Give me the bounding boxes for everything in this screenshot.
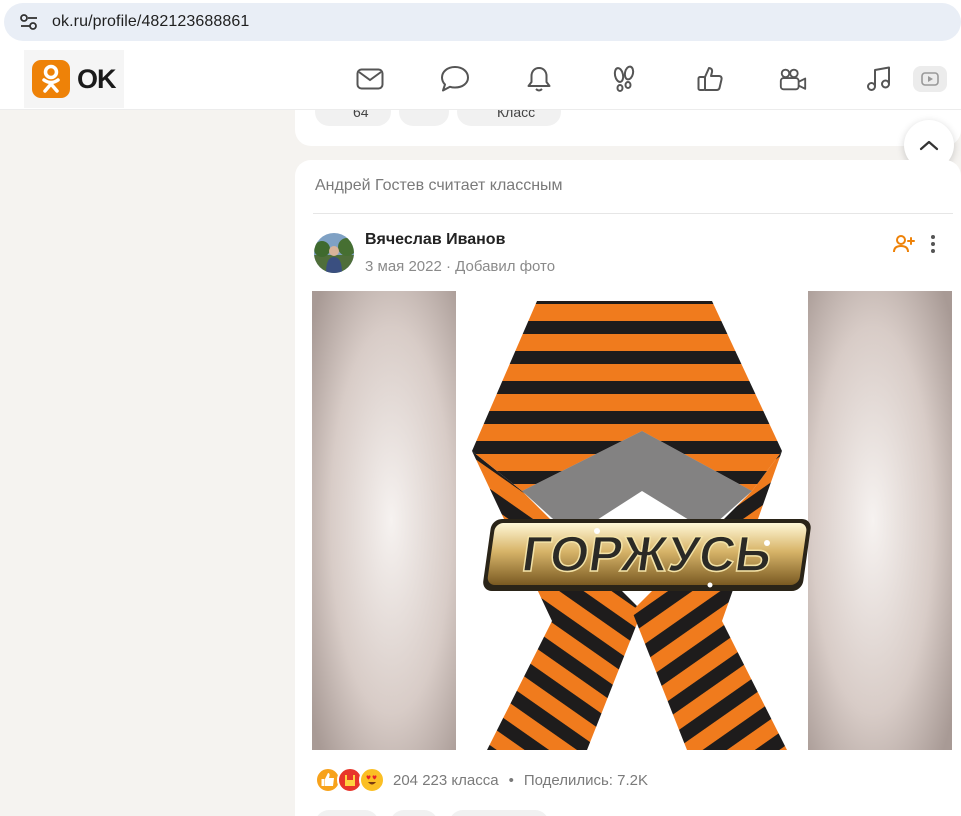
like-button[interactable]: Класс [457,110,561,126]
divider [313,213,953,214]
post-photo[interactable]: ГОРЖУСЬ [312,291,952,750]
stats-separator: • [508,771,514,789]
post-meta: 3 мая 2022 · Добавил фото [365,258,555,275]
comments-button[interactable]: 64 [315,110,391,126]
more-options-icon[interactable] [923,232,943,256]
add-friend-icon[interactable] [892,232,916,256]
site-header: OK [0,48,961,110]
url-text[interactable]: ok.ru/profile/482123688861 [52,13,249,31]
likes-count[interactable]: 204 223 класса [393,772,499,789]
browser-bar: ok.ru/profile/482123688861 [0,0,961,48]
comments-count: 64 [353,110,369,120]
heart-eyes-icon [359,767,385,793]
like-button[interactable] [449,810,549,816]
share-button[interactable] [399,110,449,126]
ok-logo-icon [32,60,70,98]
previous-post-card: 64 Класс [295,110,961,146]
share-button[interactable] [390,810,438,816]
ok-logo[interactable]: OK [24,50,124,108]
video-camera-icon[interactable] [778,64,808,94]
like-label: Класс [497,110,536,120]
avatar[interactable] [314,233,354,273]
mail-icon[interactable] [355,64,385,94]
post-date[interactable]: 3 мая 2022 [365,258,442,275]
reactions-row[interactable]: 204 223 класса • Поделились: 7.2K [315,766,648,794]
tune-icon[interactable] [16,11,42,33]
feed-post-card: Андрей Гостев считает классным Вячеслав … [295,160,961,816]
chevron-up-icon [919,140,939,151]
music-icon[interactable] [864,64,894,94]
author-name[interactable]: Вячеслав Иванов [365,231,505,249]
address-bar[interactable]: ok.ru/profile/482123688861 [4,3,961,41]
chat-icon[interactable] [440,64,470,94]
logo-text: OK [77,63,116,94]
meta-separator: · [441,258,456,275]
video-play-icon[interactable] [913,66,947,92]
shares-count[interactable]: Поделились: 7.2K [524,772,648,789]
like-icon[interactable] [695,64,725,94]
post-action: Добавил фото [455,258,556,275]
photo-caption: ГОРЖУСЬ [519,526,776,582]
comment-button[interactable] [315,810,379,816]
card-header-text[interactable]: Андрей Гостев считает классным [315,177,563,195]
bell-icon[interactable] [524,64,554,94]
footprints-icon[interactable] [609,64,639,94]
